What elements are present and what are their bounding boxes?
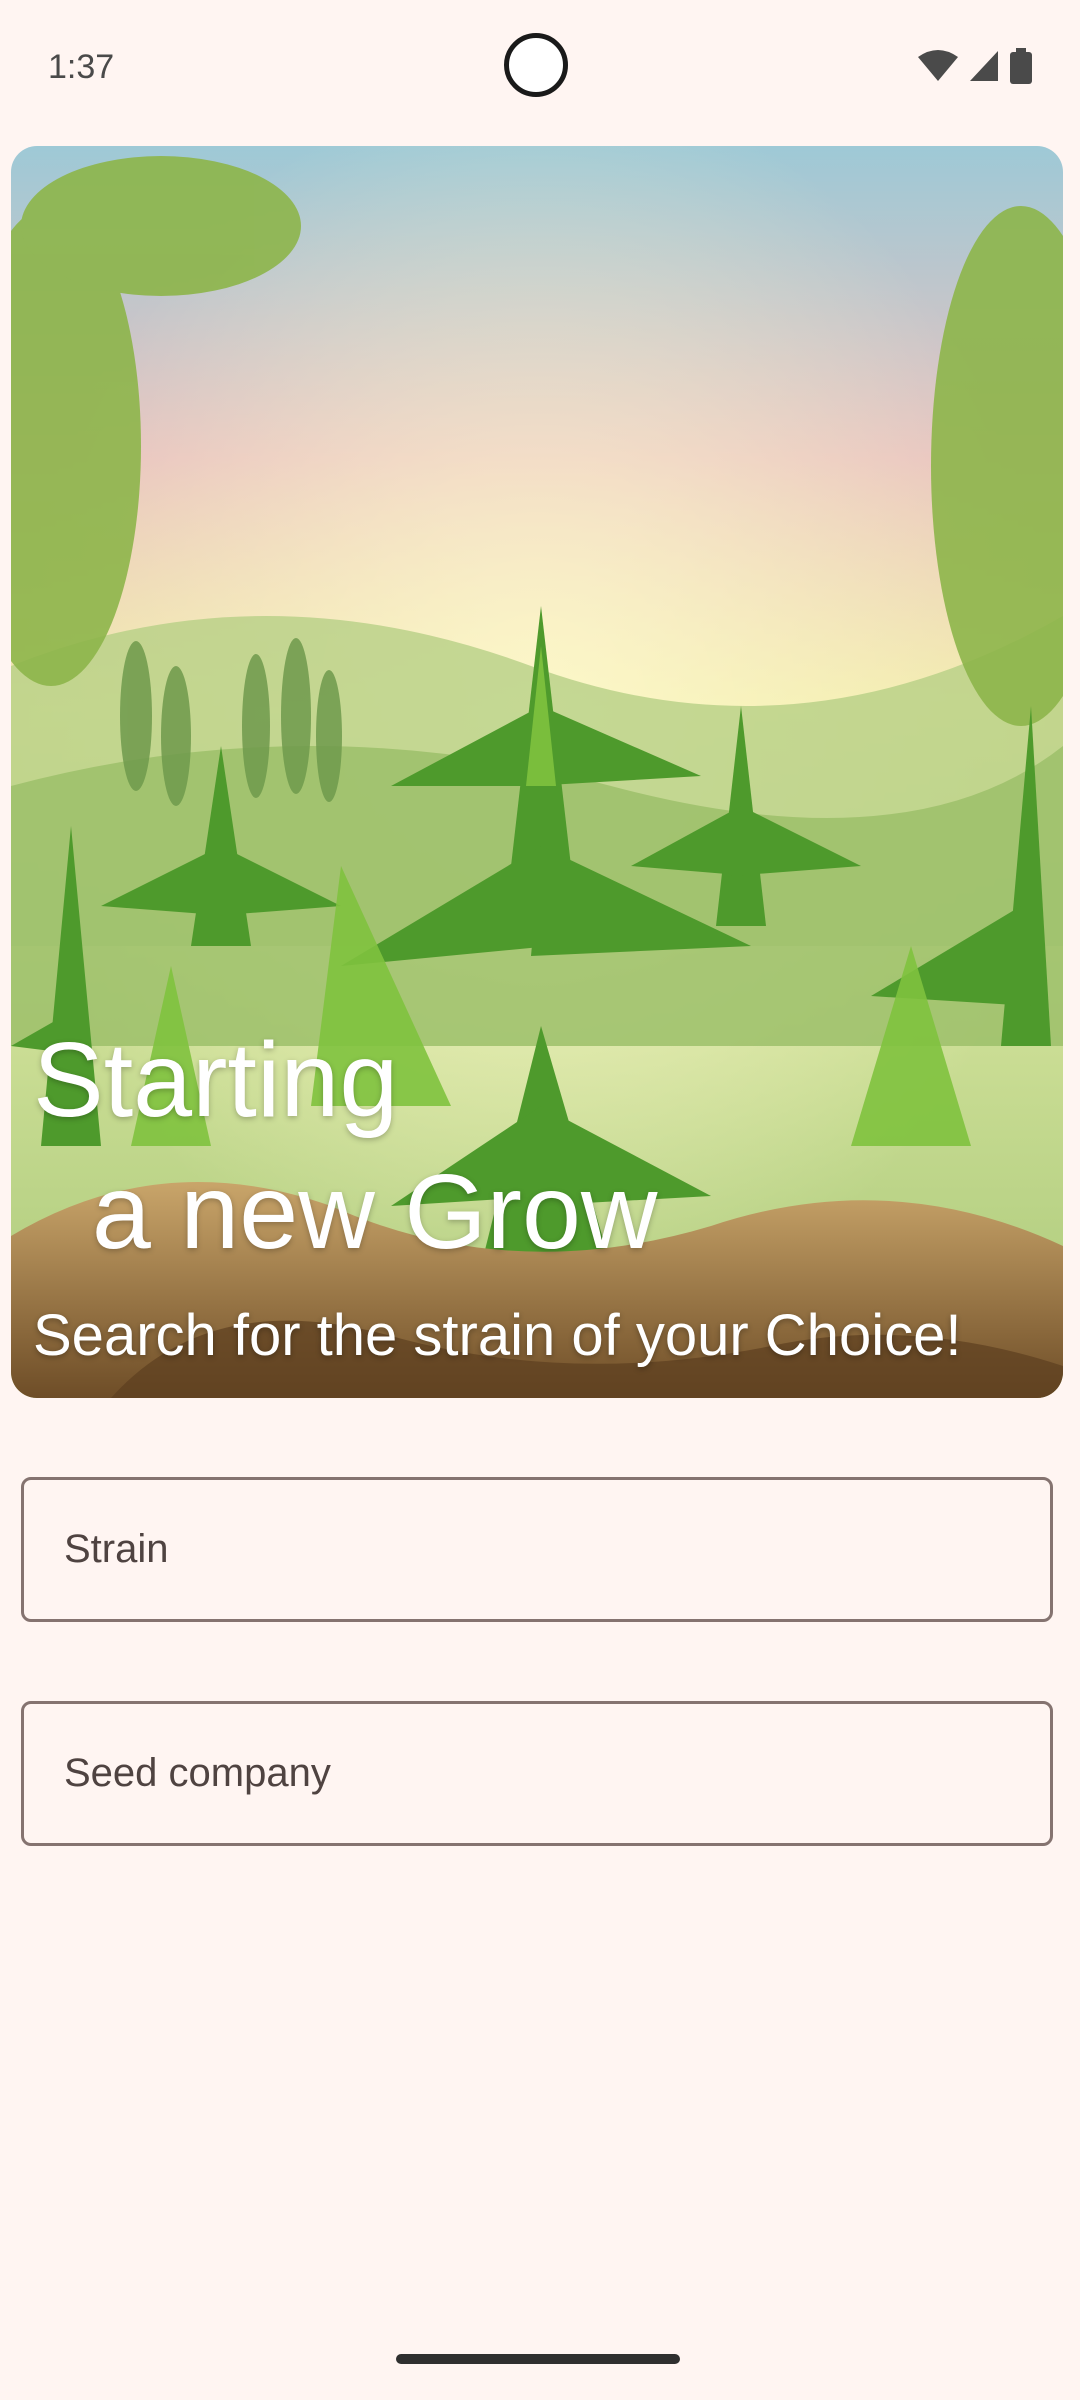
camera-cutout xyxy=(504,33,568,97)
hero-image: Starting a new Grow Search for the strai… xyxy=(11,146,1063,1398)
strain-field[interactable] xyxy=(21,1477,1053,1622)
hero-title: Starting a new Grow xyxy=(33,1021,658,1271)
battery-icon xyxy=(1010,48,1032,84)
wifi-icon xyxy=(918,49,958,83)
status-icons xyxy=(918,48,1032,84)
seed-company-input[interactable] xyxy=(24,1704,1050,1843)
status-bar: 1:37 xyxy=(0,0,1080,140)
status-time: 1:37 xyxy=(48,48,115,86)
navigation-handle[interactable] xyxy=(396,2354,680,2364)
hero-subtitle: Search for the strain of your Choice! xyxy=(33,1303,962,1368)
strain-input[interactable] xyxy=(24,1480,1050,1619)
seed-company-field[interactable] xyxy=(21,1701,1053,1846)
cellular-signal-icon xyxy=(968,49,1000,83)
